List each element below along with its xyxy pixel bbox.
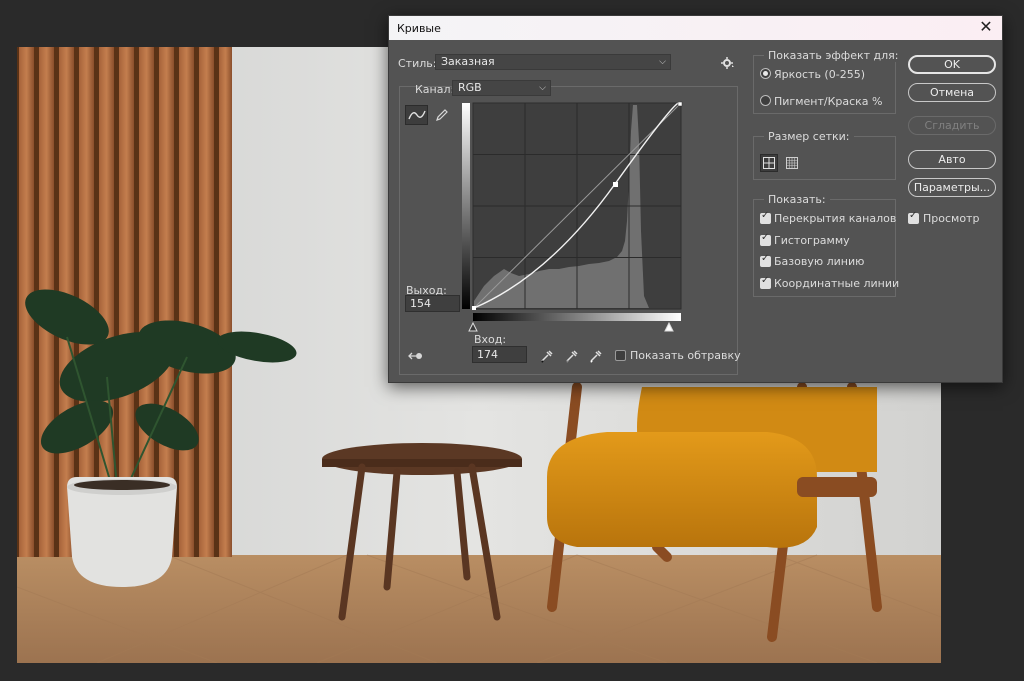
checkbox-baseline-label: Базовую линию [774, 255, 865, 268]
input-label: Вход: [474, 333, 507, 346]
checkbox-baseline[interactable] [760, 253, 771, 267]
smooth-button[interactable]: Сгладить [908, 116, 996, 135]
radio-pigment-label: Пигмент/Краска % [774, 95, 883, 108]
checkbox-channel-overlays-label: Перекрытия каналов [774, 212, 897, 225]
eyedropper-black-icon[interactable] [539, 348, 555, 364]
radio-luminance[interactable] [760, 68, 771, 79]
grid-4-icon[interactable] [760, 154, 778, 172]
close-icon[interactable]: ✕ [978, 19, 994, 35]
checkbox-intersection-lines[interactable] [760, 275, 771, 289]
curve-point-white[interactable] [677, 101, 683, 107]
output-gradient-bar [462, 103, 470, 309]
checkbox-histogram[interactable] [760, 232, 771, 246]
preview-checkbox[interactable] [908, 210, 919, 224]
auto-button[interactable]: Авто [908, 150, 996, 169]
curve-point-active[interactable] [613, 182, 618, 187]
show-effect-title: Показать эффект для: [764, 49, 903, 62]
channel-select[interactable]: RGB ⌵ [452, 80, 551, 96]
output-field[interactable]: 154 [405, 295, 460, 312]
white-point-slider[interactable] [664, 321, 674, 332]
preview-label: Просмотр [923, 212, 980, 225]
style-select[interactable]: Заказная ⌵ [435, 54, 671, 70]
checkbox-histogram-label: Гистограмму [774, 234, 850, 247]
style-label: Стиль: [398, 57, 437, 70]
ok-button[interactable]: OK [908, 55, 996, 74]
curve-tool-icon[interactable] [405, 105, 428, 125]
pencil-icon[interactable] [432, 106, 452, 124]
show-clipping-label: Показать обтравку [630, 349, 741, 362]
eyedropper-gray-icon[interactable] [564, 348, 580, 364]
target-adjust-icon[interactable] [407, 348, 425, 364]
eyedropper-white-icon[interactable] [588, 348, 604, 364]
show-title: Показать: [764, 193, 830, 206]
dialog-title: Кривые [397, 22, 441, 35]
input-gradient-bar [473, 313, 681, 321]
checkbox-channel-overlays[interactable] [760, 210, 771, 224]
chevron-down-icon: ⌵ [539, 83, 546, 93]
radio-pigment[interactable] [760, 95, 771, 106]
channel-value: RGB [458, 81, 482, 94]
style-value: Заказная [441, 55, 495, 68]
channel-label: Канал: [415, 83, 455, 96]
cancel-button[interactable]: Отмена [908, 83, 996, 102]
dialog-titlebar[interactable]: Кривые ✕ [389, 16, 1002, 40]
gear-icon[interactable] [720, 55, 736, 71]
radio-luminance-label: Яркость (0-255) [774, 68, 865, 81]
checkbox-intersection-lines-label: Координатные линии [774, 277, 900, 290]
curves-dialog: Кривые ✕ Стиль: Заказная ⌵ Канал: RGB ⌵ … [388, 15, 1003, 383]
show-clipping-checkbox[interactable] [615, 350, 626, 361]
black-point-slider[interactable] [468, 321, 478, 332]
grid-size-title: Размер сетки: [764, 130, 854, 143]
curve-graph[interactable] [459, 101, 685, 343]
chevron-down-icon: ⌵ [659, 57, 666, 67]
input-field[interactable]: 174 [472, 346, 527, 363]
curve-point-black[interactable] [472, 306, 476, 310]
options-button[interactable]: Параметры... [908, 178, 996, 197]
grid-10-icon[interactable] [783, 154, 801, 172]
